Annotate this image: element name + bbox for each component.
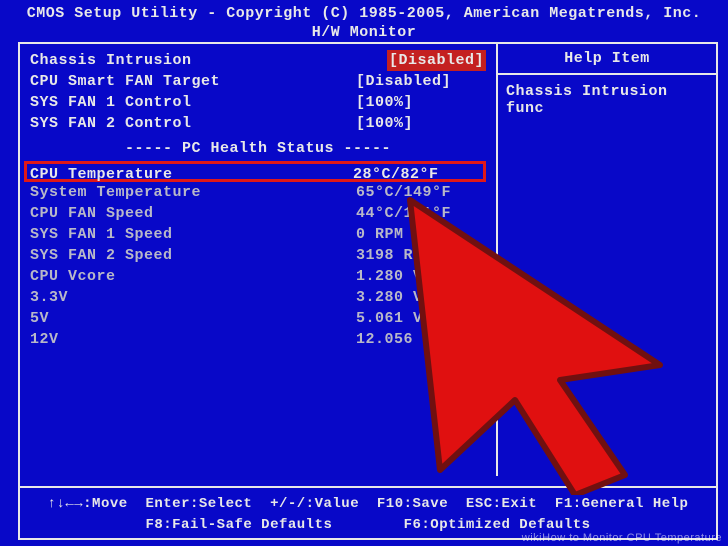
setting-chassis-intrusion[interactable]: Chassis Intrusion [Disabled] — [30, 50, 486, 71]
health-label: CPU FAN Speed — [30, 203, 356, 224]
health-label: 5V — [30, 308, 356, 329]
setting-sys-fan-1[interactable]: SYS FAN 1 Control [100%] — [30, 92, 486, 113]
section-header: ----- PC Health Status ----- — [30, 140, 486, 157]
health-value: 3.280 V — [356, 287, 486, 308]
health-3v3: 3.3V 3.280 V — [30, 287, 486, 308]
health-5v: 5V 5.061 V — [30, 308, 486, 329]
health-label: SYS FAN 1 Speed — [30, 224, 356, 245]
settings-panel: Chassis Intrusion [Disabled] CPU Smart F… — [20, 44, 496, 476]
health-label: 12V — [30, 329, 356, 350]
help-title: Help Item — [506, 50, 708, 67]
setting-label: Chassis Intrusion — [30, 50, 387, 71]
footer-line-2: F8:Fail-Safe Defaults F6:Optimized Defau… — [145, 517, 590, 533]
footer-line-1: ↑↓←→:Move Enter:Select +/-/:Value F10:Sa… — [48, 496, 689, 512]
health-cpu-fan-speed: CPU FAN Speed 44°C/111°F — [30, 203, 486, 224]
health-sys-fan-1-speed: SYS FAN 1 Speed 0 RPM — [30, 224, 486, 245]
health-label: CPU Vcore — [30, 266, 356, 287]
health-value: 1.280 V — [356, 266, 486, 287]
health-12v: 12V 12.056 V — [30, 329, 486, 350]
health-label: SYS FAN 2 Speed — [30, 245, 356, 266]
bios-title: CMOS Setup Utility - Copyright (C) 1985-… — [0, 4, 728, 23]
health-value: 12.056 V — [356, 329, 486, 350]
health-value: 28°C/82°F — [353, 164, 483, 179]
health-value: 3198 RPM — [356, 245, 486, 266]
health-value: 5.061 V — [356, 308, 486, 329]
help-panel: Help Item Chassis Intrusion func — [496, 44, 716, 476]
health-label: CPU Temperature — [30, 164, 353, 179]
help-body: Chassis Intrusion func — [506, 83, 708, 117]
setting-value: [Disabled] — [356, 71, 486, 92]
watermark: wikiHow to Monitor CPU Temperature — [522, 532, 722, 544]
bios-page: H/W Monitor — [0, 23, 728, 42]
setting-value: [100%] — [356, 92, 486, 113]
health-label: System Temperature — [30, 182, 356, 203]
health-value: 44°C/111°F — [356, 203, 486, 224]
health-label: 3.3V — [30, 287, 356, 308]
setting-value: [100%] — [356, 113, 486, 134]
setting-label: CPU Smart FAN Target — [30, 71, 356, 92]
health-sys-fan-2-speed: SYS FAN 2 Speed 3198 RPM — [30, 245, 486, 266]
health-system-temp: System Temperature 65°C/149°F — [30, 182, 486, 203]
setting-sys-fan-2[interactable]: SYS FAN 2 Control [100%] — [30, 113, 486, 134]
setting-label: SYS FAN 1 Control — [30, 92, 356, 113]
setting-cpu-smart-fan[interactable]: CPU Smart FAN Target [Disabled] — [30, 71, 486, 92]
health-value: 0 RPM — [356, 224, 486, 245]
health-value: 65°C/149°F — [356, 182, 486, 203]
setting-label: SYS FAN 2 Control — [30, 113, 356, 134]
health-cpu-temp: CPU Temperature 28°C/82°F — [24, 161, 486, 182]
health-cpu-vcore: CPU Vcore 1.280 V — [30, 266, 486, 287]
setting-value: [Disabled] — [387, 50, 486, 71]
footer-keys: ↑↓←→:Move Enter:Select +/-/:Value F10:Sa… — [20, 486, 716, 538]
